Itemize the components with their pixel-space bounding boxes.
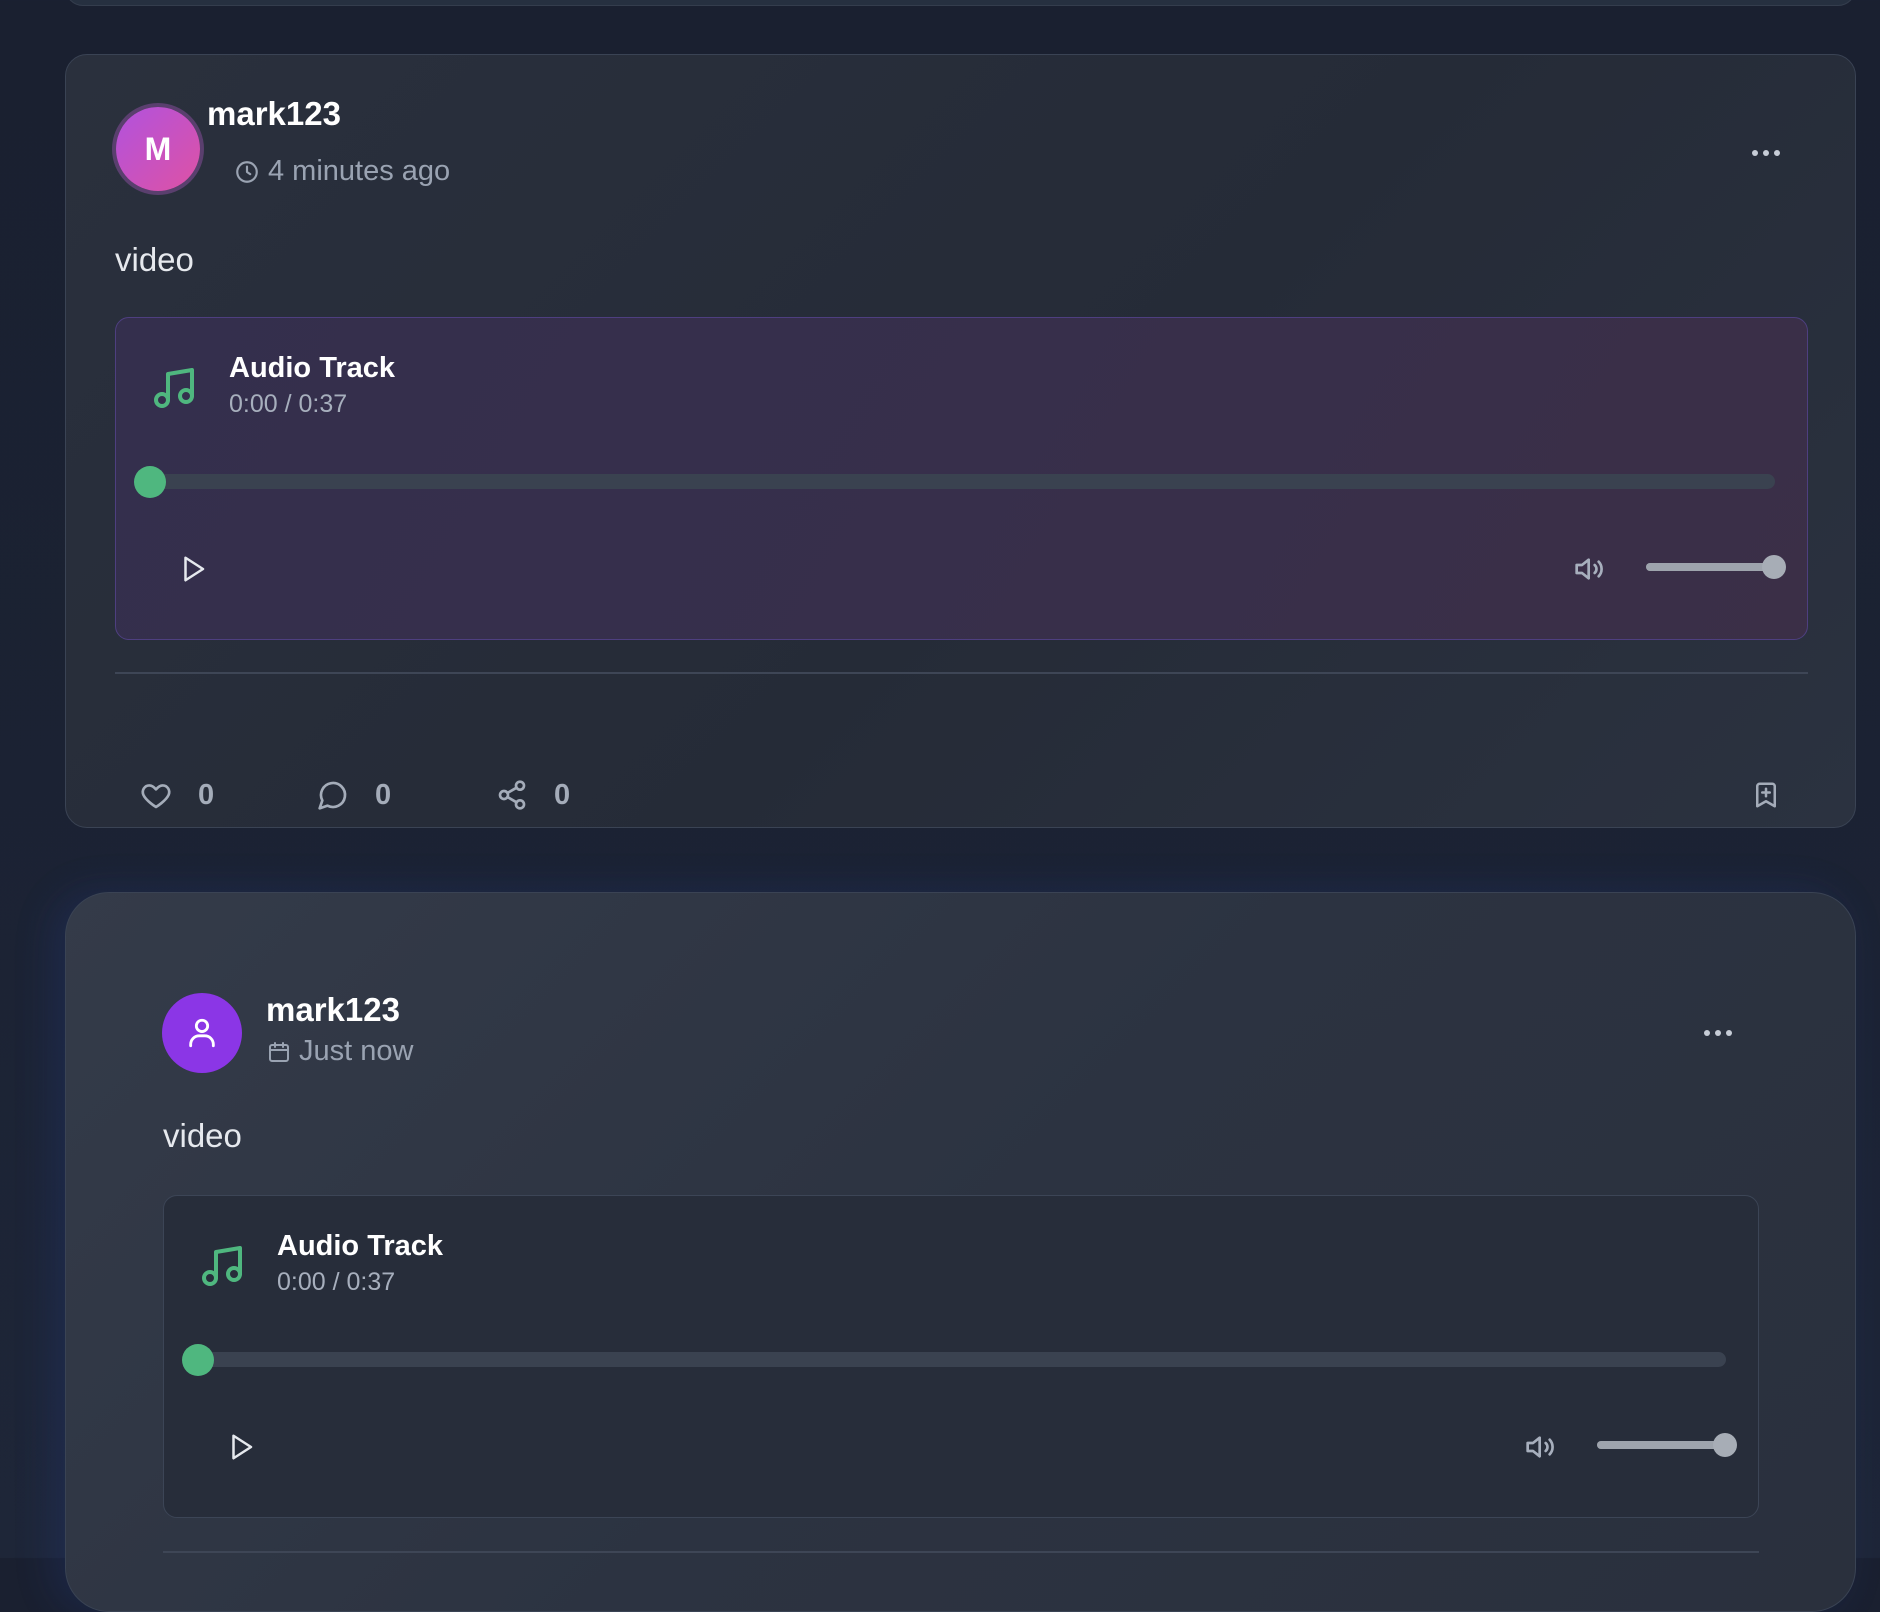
post-card: mark123 Just now video Audio Track 0:00 … (65, 892, 1856, 1612)
audio-track-title: Audio Track (229, 352, 395, 384)
comment-count: 0 (375, 778, 392, 811)
user-icon (185, 1016, 219, 1050)
play-icon (226, 1432, 256, 1462)
timestamp-text: 4 minutes ago (268, 155, 451, 187)
volume-thumb[interactable] (1713, 1433, 1737, 1457)
play-icon (178, 554, 208, 584)
audio-progress-bar[interactable] (182, 1343, 1726, 1376)
bookmark-button[interactable] (1746, 775, 1786, 815)
audio-track-time: 0:00 / 0:37 (277, 1268, 396, 1296)
volume-fill (1597, 1441, 1725, 1449)
volume-slider[interactable] (1646, 555, 1786, 579)
post-username[interactable]: mark123 (207, 95, 341, 133)
music-note-icon (150, 364, 198, 412)
comment-icon (317, 779, 349, 811)
audio-player: Audio Track 0:00 / 0:37 (163, 1195, 1759, 1518)
post-timestamp: 4 minutes ago (234, 155, 450, 188)
audio-track-time: 0:00 / 0:37 (229, 390, 348, 418)
avatar[interactable]: M (116, 107, 200, 191)
volume-thumb[interactable] (1762, 555, 1786, 579)
timestamp-text: Just now (299, 1035, 414, 1067)
post-text: video (163, 1117, 242, 1154)
ellipsis-icon (1751, 149, 1781, 157)
volume-icon (1574, 553, 1606, 585)
post-text: video (115, 241, 194, 278)
like-button[interactable]: 0 (140, 775, 214, 815)
audio-progress-thumb[interactable] (134, 465, 166, 498)
share-count: 0 (554, 778, 571, 811)
more-options-button[interactable] (1742, 133, 1790, 173)
play-button[interactable] (168, 544, 218, 594)
audio-track-title: Audio Track (277, 1230, 443, 1262)
volume-fill (1646, 563, 1774, 571)
volume-button[interactable] (1568, 547, 1612, 591)
comment-button[interactable]: 0 (317, 775, 391, 815)
volume-slider[interactable] (1597, 1433, 1737, 1457)
calendar-icon (267, 1040, 291, 1064)
audio-progress-thumb[interactable] (182, 1343, 214, 1376)
more-options-button[interactable] (1694, 1013, 1742, 1053)
bookmark-plus-icon (1751, 779, 1781, 811)
post-username[interactable]: mark123 (266, 991, 400, 1029)
divider (115, 672, 1808, 674)
previous-post-card-edge (65, 0, 1856, 6)
play-button[interactable] (216, 1422, 266, 1472)
divider (163, 1551, 1759, 1553)
music-note-icon (198, 1242, 246, 1290)
volume-icon (1525, 1431, 1557, 1463)
share-button[interactable]: 0 (496, 775, 570, 815)
volume-button[interactable] (1519, 1425, 1563, 1469)
like-count: 0 (198, 778, 215, 811)
post-timestamp: Just now (267, 1035, 413, 1068)
audio-progress-bar[interactable] (134, 465, 1775, 498)
post-card: M mark123 4 minutes ago video Audio Trac… (65, 54, 1856, 828)
audio-player: Audio Track 0:00 / 0:37 (115, 317, 1808, 640)
clock-icon (234, 159, 260, 185)
heart-icon (140, 779, 172, 811)
avatar[interactable] (162, 993, 242, 1073)
ellipsis-icon (1703, 1029, 1733, 1037)
share-icon (496, 779, 528, 811)
